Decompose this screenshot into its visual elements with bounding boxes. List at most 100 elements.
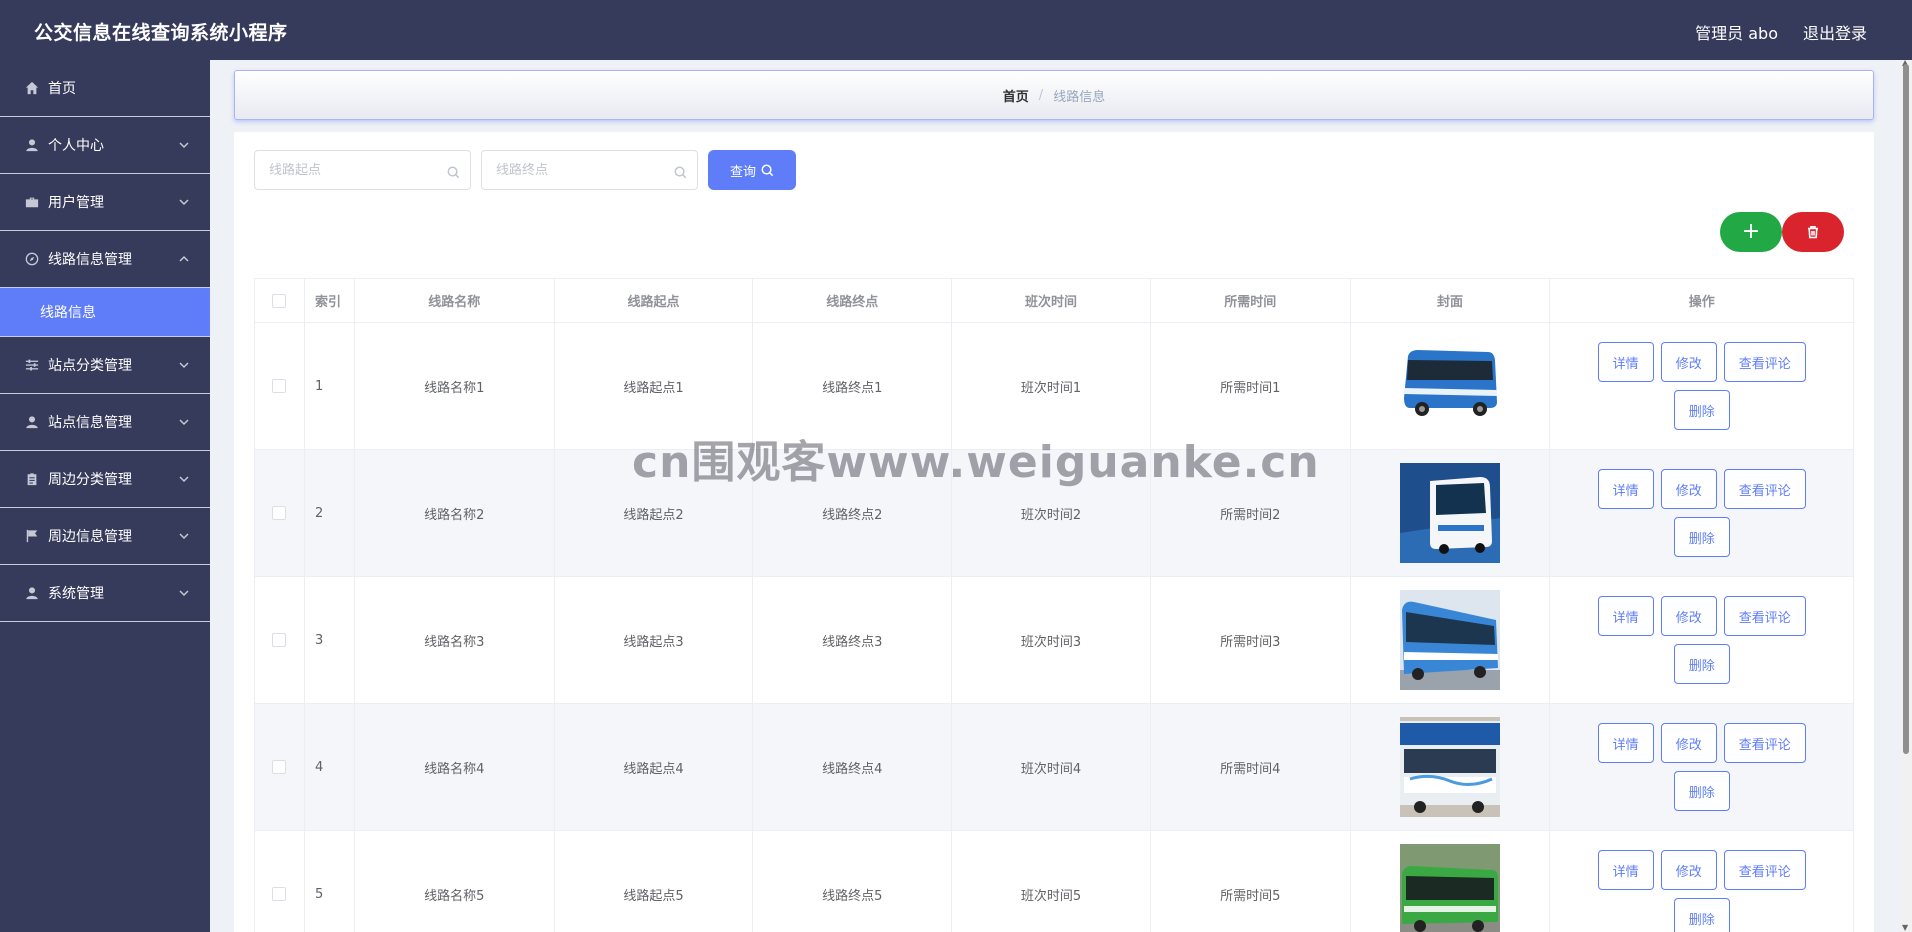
sidebar-item-label: 个人中心 xyxy=(48,138,104,154)
column-header: 班次时间 xyxy=(952,279,1151,322)
table-row: 1 线路名称1 线路起点1 线路终点1 班次时间1 所需时间1 详情 修改 查看… xyxy=(255,323,1853,450)
sidebar-item-route-management[interactable]: 线路信息管理 xyxy=(0,231,210,288)
route-start: 线路起点5 xyxy=(555,831,754,932)
view-comments-button[interactable]: 查看评论 xyxy=(1723,723,1806,763)
sidebar-item-label: 站点信息管理 xyxy=(48,415,132,431)
delete-button[interactable]: 删除 xyxy=(1673,644,1730,684)
content-panel: 查询 + 索引 线路名称 线路起点 线路终点 班次时间 所需时间 封面 操作 xyxy=(234,132,1874,932)
row-index: 1 xyxy=(305,323,355,449)
edit-button[interactable]: 修改 xyxy=(1660,342,1717,382)
route-duration: 所需时间1 xyxy=(1151,323,1351,449)
query-button[interactable]: 查询 xyxy=(708,150,796,190)
chevron-down-icon xyxy=(178,416,190,428)
route-end: 线路终点1 xyxy=(753,323,953,449)
delete-button[interactable]: 删除 xyxy=(1673,517,1730,557)
view-comments-button[interactable]: 查看评论 xyxy=(1723,469,1806,509)
route-schedule: 班次时间1 xyxy=(952,323,1151,449)
delete-button[interactable]: 删除 xyxy=(1673,898,1730,932)
top-bar: 公交信息在线查询系统小程序 管理员 abo 退出登录 xyxy=(0,0,1912,60)
view-comments-button[interactable]: 查看评论 xyxy=(1723,342,1806,382)
column-header: 线路名称 xyxy=(355,279,555,322)
sidebar-item-home[interactable]: 首页 xyxy=(0,60,210,117)
sidebar-subitem-route-info[interactable]: 线路信息 xyxy=(0,288,210,337)
route-table: 索引 线路名称 线路起点 线路终点 班次时间 所需时间 封面 操作 1 线路名称… xyxy=(254,278,1854,932)
edit-button[interactable]: 修改 xyxy=(1660,850,1717,890)
sidebar-item-nearby-info[interactable]: 周边信息管理 xyxy=(0,508,210,565)
route-end: 线路终点5 xyxy=(753,831,953,932)
bus-cover-image xyxy=(1400,463,1501,563)
sidebar-item-user-management[interactable]: 用户管理 xyxy=(0,174,210,231)
sidebar-item-station-category[interactable]: 站点分类管理 xyxy=(0,337,210,394)
breadcrumb-home[interactable]: 首页 xyxy=(1003,86,1029,105)
row-checkbox[interactable] xyxy=(272,379,287,393)
view-comments-button[interactable]: 查看评论 xyxy=(1723,850,1806,890)
route-schedule: 班次时间4 xyxy=(952,704,1151,830)
app-title: 公交信息在线查询系统小程序 xyxy=(34,22,288,44)
table-row: 3 线路名称3 线路起点3 线路终点3 班次时间3 所需时间3 详情 修改 查看… xyxy=(255,577,1853,704)
table-row: 5 线路名称5 线路起点5 线路终点5 班次时间5 所需时间5 详情 修改 查看… xyxy=(255,831,1853,932)
row-index: 2 xyxy=(305,450,355,576)
row-checkbox[interactable] xyxy=(272,506,287,520)
user-icon xyxy=(24,137,40,153)
sidebar-item-station-info[interactable]: 站点信息管理 xyxy=(0,394,210,451)
row-checkbox[interactable] xyxy=(272,760,287,774)
delete-button[interactable]: 删除 xyxy=(1673,771,1730,811)
route-name: 线路名称5 xyxy=(355,831,555,932)
scroll-down-arrow-icon[interactable]: ▼ xyxy=(1902,923,1908,932)
edit-button[interactable]: 修改 xyxy=(1660,469,1717,509)
bus-cover-image xyxy=(1400,590,1501,690)
route-duration: 所需时间3 xyxy=(1151,577,1351,703)
column-header: 封面 xyxy=(1351,279,1551,322)
detail-button[interactable]: 详情 xyxy=(1597,850,1654,890)
column-header: 操作 xyxy=(1688,295,1715,310)
detail-button[interactable]: 详情 xyxy=(1597,342,1654,382)
route-name: 线路名称3 xyxy=(355,577,555,703)
detail-button[interactable]: 详情 xyxy=(1597,596,1654,636)
row-checkbox[interactable] xyxy=(272,633,287,647)
bus-cover-image xyxy=(1400,336,1501,436)
route-schedule: 班次时间5 xyxy=(952,831,1151,932)
batch-delete-button[interactable] xyxy=(1782,212,1844,252)
add-button[interactable]: + xyxy=(1720,212,1782,252)
query-button-label: 查询 xyxy=(729,164,756,180)
sidebar: 首页 个人中心 用户管理 线路信息管理 线路信息 站点分类管理 站点信息管理 周… xyxy=(0,60,210,932)
row-index: 3 xyxy=(305,577,355,703)
row-index: 4 xyxy=(305,704,355,830)
sidebar-item-system-management[interactable]: 系统管理 xyxy=(0,565,210,622)
view-comments-button[interactable]: 查看评论 xyxy=(1723,596,1806,636)
sliders-icon xyxy=(24,357,40,373)
search-icon xyxy=(756,164,774,177)
route-start: 线路起点1 xyxy=(555,323,754,449)
sidebar-item-label: 周边分类管理 xyxy=(48,472,132,488)
detail-button[interactable]: 详情 xyxy=(1597,723,1654,763)
sidebar-item-label: 站点分类管理 xyxy=(48,358,132,374)
user-icon xyxy=(24,414,40,430)
home-icon xyxy=(24,80,40,96)
edit-button[interactable]: 修改 xyxy=(1660,596,1717,636)
route-start-input[interactable] xyxy=(255,151,470,189)
page-scrollbar[interactable]: ▲ ▼ xyxy=(1900,58,1912,932)
detail-button[interactable]: 详情 xyxy=(1597,469,1654,509)
logout-button[interactable]: 退出登录 xyxy=(1803,20,1867,44)
edit-button[interactable]: 修改 xyxy=(1660,723,1717,763)
scrollbar-thumb[interactable] xyxy=(1903,64,1909,754)
route-end-input[interactable] xyxy=(482,151,697,189)
route-start: 线路起点4 xyxy=(555,704,754,830)
trash-icon xyxy=(1806,225,1820,239)
delete-button[interactable]: 删除 xyxy=(1673,390,1730,430)
table-row: 4 线路名称4 线路起点4 线路终点4 班次时间4 所需时间4 详情 修改 查看… xyxy=(255,704,1853,831)
chevron-down-icon xyxy=(178,587,190,599)
sidebar-item-personal-center[interactable]: 个人中心 xyxy=(0,117,210,174)
route-duration: 所需时间4 xyxy=(1151,704,1351,830)
sidebar-item-label: 系统管理 xyxy=(48,586,104,602)
route-start: 线路起点2 xyxy=(555,450,754,576)
search-icon xyxy=(674,164,687,179)
chevron-down-icon xyxy=(178,473,190,485)
route-start: 线路起点3 xyxy=(555,577,754,703)
route-duration: 所需时间2 xyxy=(1151,450,1351,576)
row-checkbox[interactable] xyxy=(272,887,287,901)
column-header: 线路起点 xyxy=(555,279,754,322)
select-all-checkbox[interactable] xyxy=(272,293,287,308)
breadcrumb: 首页 / 线路信息 xyxy=(234,70,1874,120)
sidebar-item-nearby-category[interactable]: 周边分类管理 xyxy=(0,451,210,508)
